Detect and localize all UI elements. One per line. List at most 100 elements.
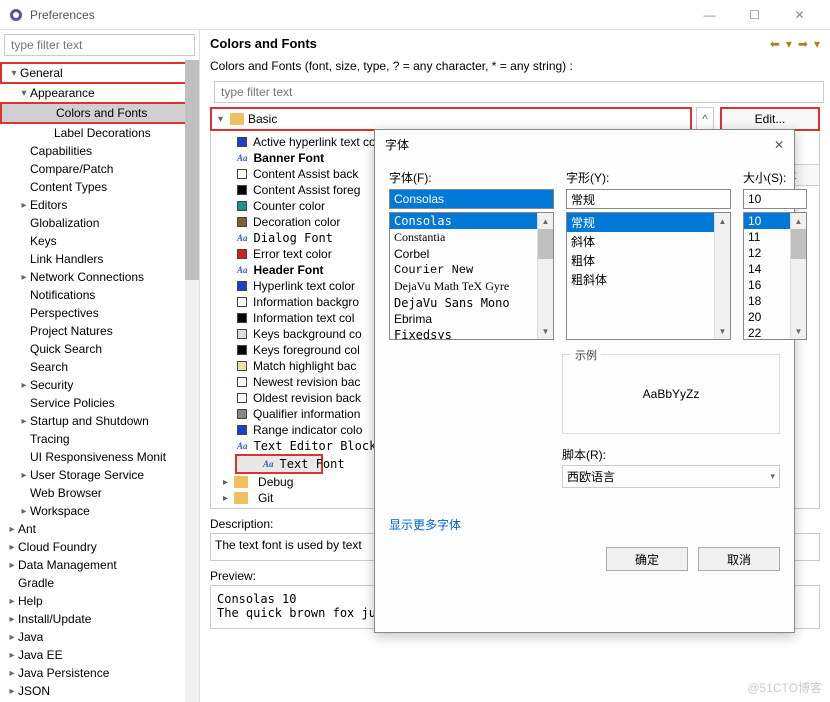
tree-item-install-update[interactable]: ▸Install/Update (0, 610, 199, 628)
tree-item-project-natures[interactable]: Project Natures (0, 322, 199, 340)
chevron-right-icon: ▸ (223, 509, 228, 510)
tree-item-gradle[interactable]: Gradle (0, 574, 199, 592)
tree-item-ui-responsiveness-monit[interactable]: UI Responsiveness Monit (0, 448, 199, 466)
tree-item-compare-patch[interactable]: Compare/Patch (0, 160, 199, 178)
chevron-icon: ▸ (18, 470, 30, 481)
color-swatch (237, 409, 247, 419)
tree-item-web-browser[interactable]: Web Browser (0, 484, 199, 502)
tree-item-help[interactable]: ▸Help (0, 592, 199, 610)
list-item[interactable]: 斜体 (567, 232, 730, 251)
font-size-input[interactable] (743, 189, 807, 209)
chevron-icon: ▸ (6, 668, 18, 679)
scrollbar[interactable]: ▲▼ (714, 213, 730, 339)
color-swatch (237, 425, 247, 435)
chevron-icon: ▸ (6, 632, 18, 643)
tree-scrollbar[interactable] (185, 60, 199, 702)
tree-item-data-management[interactable]: ▸Data Management (0, 556, 199, 574)
color-swatch (237, 169, 247, 179)
font-style-input[interactable] (566, 189, 731, 209)
minimize-button[interactable]: — (687, 1, 732, 29)
tree-item-java-ee[interactable]: ▸Java EE (0, 646, 199, 664)
font-dialog-close-icon[interactable]: ✕ (774, 138, 784, 152)
list-item[interactable]: 常规 (567, 213, 730, 232)
list-item[interactable]: DejaVu Math TeX Gyre (390, 278, 553, 295)
color-swatch (237, 377, 247, 387)
back-menu-icon[interactable]: ▾ (786, 37, 792, 51)
tree-item-label-decorations[interactable]: Label Decorations (0, 124, 199, 142)
chevron-icon: ▸ (18, 506, 30, 517)
tree-item-editors[interactable]: ▸Editors (0, 196, 199, 214)
maximize-button[interactable]: ☐ (732, 1, 777, 29)
font-icon: Aa (237, 265, 248, 275)
font-icon: Aa (237, 233, 248, 243)
sidebar: ▾General▾AppearanceColors and FontsLabel… (0, 30, 200, 702)
list-item[interactable]: Consolas (390, 213, 553, 229)
tree-item-colors-and-fonts[interactable]: Colors and Fonts (0, 102, 199, 124)
tree-item-notifications[interactable]: Notifications (0, 286, 199, 304)
chevron-icon: ▸ (6, 614, 18, 625)
scrollbar[interactable]: ▲▼ (790, 213, 806, 339)
tree-item-workspace[interactable]: ▸Workspace (0, 502, 199, 520)
tree-item-search[interactable]: Search (0, 358, 199, 376)
back-icon[interactable]: ⬅ (770, 37, 780, 51)
tree-item-link-handlers[interactable]: Link Handlers (0, 250, 199, 268)
list-item[interactable]: DejaVu Sans Mono (390, 295, 553, 311)
show-more-fonts-link[interactable]: 显示更多字体 (389, 516, 780, 533)
list-item[interactable]: Corbel (390, 246, 553, 262)
tree-item-quick-search[interactable]: Quick Search (0, 340, 199, 358)
tree-item-capabilities[interactable]: Capabilities (0, 142, 199, 160)
edit-button[interactable]: Edit... (720, 107, 820, 131)
tree-item-cloud-foundry[interactable]: ▸Cloud Foundry (0, 538, 199, 556)
tree-item-tracing[interactable]: Tracing (0, 430, 199, 448)
cancel-button[interactable]: 取消 (698, 547, 780, 571)
preferences-tree[interactable]: ▾General▾AppearanceColors and FontsLabel… (0, 60, 199, 702)
tree-item-appearance[interactable]: ▾Appearance (0, 84, 199, 102)
font-family-list[interactable]: ConsolasConstantiaCorbelCourier NewDejaV… (389, 212, 554, 340)
chevron-icon: ▾ (8, 68, 20, 79)
list-item[interactable]: Constantia (390, 229, 553, 246)
close-button[interactable]: ✕ (777, 1, 822, 29)
list-item[interactable]: 粗体 (567, 251, 730, 270)
tree-item-service-policies[interactable]: Service Policies (0, 394, 199, 412)
color-swatch (237, 185, 247, 195)
tree-item-user-storage-service[interactable]: ▸User Storage Service (0, 466, 199, 484)
tree-item-json[interactable]: ▸JSON (0, 682, 199, 700)
content-filter-input[interactable] (214, 81, 824, 103)
font-icon: Aa (237, 441, 248, 451)
color-swatch (237, 297, 247, 307)
forward-icon[interactable]: ➡ (798, 37, 808, 51)
color-swatch (237, 313, 247, 323)
font-family-input[interactable] (389, 189, 554, 209)
list-item[interactable]: 粗斜体 (567, 270, 730, 289)
forward-menu-icon[interactable]: ▾ (814, 37, 820, 51)
basic-category[interactable]: ▾ Basic (210, 107, 692, 131)
tree-item-keys[interactable]: Keys (0, 232, 199, 250)
expand-button[interactable]: ^ (696, 107, 714, 131)
scrollbar[interactable]: ▲▼ (537, 213, 553, 339)
chevron-down-icon: ▾ (218, 114, 230, 125)
script-label: 脚本(R): (562, 448, 606, 462)
tree-item-startup-and-shutdown[interactable]: ▸Startup and Shutdown (0, 412, 199, 430)
tree-item-ant[interactable]: ▸Ant (0, 520, 199, 538)
tree-item-java[interactable]: ▸Java (0, 628, 199, 646)
list-item[interactable]: Ebrima (390, 311, 553, 327)
font-style-list[interactable]: 常规斜体粗体粗斜体▲▼ (566, 212, 731, 340)
tree-item-security[interactable]: ▸Security (0, 376, 199, 394)
tree-item-java-persistence[interactable]: ▸Java Persistence (0, 664, 199, 682)
list-item[interactable]: Fixedsys (390, 327, 553, 340)
tree-item-network-connections[interactable]: ▸Network Connections (0, 268, 199, 286)
sidebar-filter-input[interactable] (4, 34, 195, 56)
ok-button[interactable]: 确定 (606, 547, 688, 571)
list-item[interactable]: AaText Font (235, 454, 323, 474)
chevron-right-icon: ▸ (223, 493, 228, 504)
tree-item-perspectives[interactable]: Perspectives (0, 304, 199, 322)
tree-item-globalization[interactable]: Globalization (0, 214, 199, 232)
font-size-list[interactable]: 1011121416182022▲▼ (743, 212, 807, 340)
font-dialog-title: 字体 (385, 136, 774, 153)
tree-item-content-types[interactable]: Content Types (0, 178, 199, 196)
color-swatch (237, 345, 247, 355)
tree-item-general[interactable]: ▾General (0, 62, 199, 84)
watermark: @51CTO博客 (747, 679, 822, 696)
list-item[interactable]: Courier New (390, 262, 553, 278)
script-select[interactable]: 西欧语言 ▾ (562, 465, 780, 488)
